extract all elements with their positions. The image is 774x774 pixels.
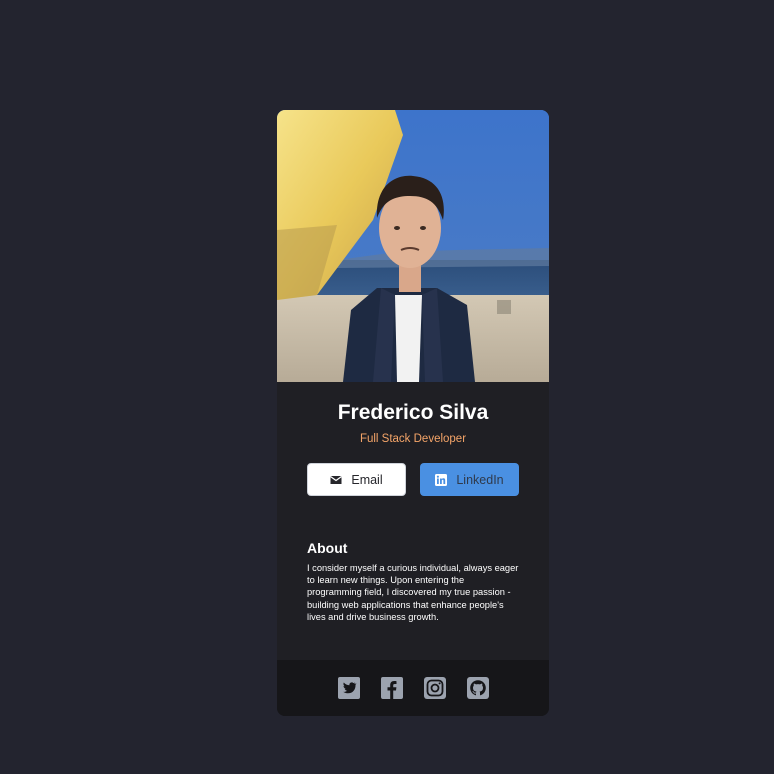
- facebook-icon[interactable]: [381, 677, 403, 699]
- profile-photo: [277, 110, 549, 382]
- profile-name: Frederico Silva: [337, 401, 489, 424]
- instagram-icon[interactable]: [424, 677, 446, 699]
- linkedin-icon: [435, 473, 448, 486]
- social-footer: [277, 660, 549, 716]
- email-button-label: Email: [351, 472, 383, 487]
- twitter-icon[interactable]: [338, 677, 360, 699]
- envelope-icon: [330, 475, 343, 484]
- profile-card: Frederico Silva Full Stack Developer Ema…: [277, 110, 549, 716]
- linkedin-button-label: LinkedIn: [456, 472, 504, 487]
- github-icon[interactable]: [467, 677, 489, 699]
- profile-role: Full Stack Developer: [359, 433, 467, 445]
- profile-body: Frederico Silva Full Stack Developer Ema…: [277, 382, 549, 660]
- about-text: I consider myself a curious individual, …: [307, 563, 519, 622]
- about-heading: About: [307, 540, 348, 556]
- email-button[interactable]: Email: [307, 463, 406, 496]
- linkedin-button[interactable]: LinkedIn: [420, 463, 519, 496]
